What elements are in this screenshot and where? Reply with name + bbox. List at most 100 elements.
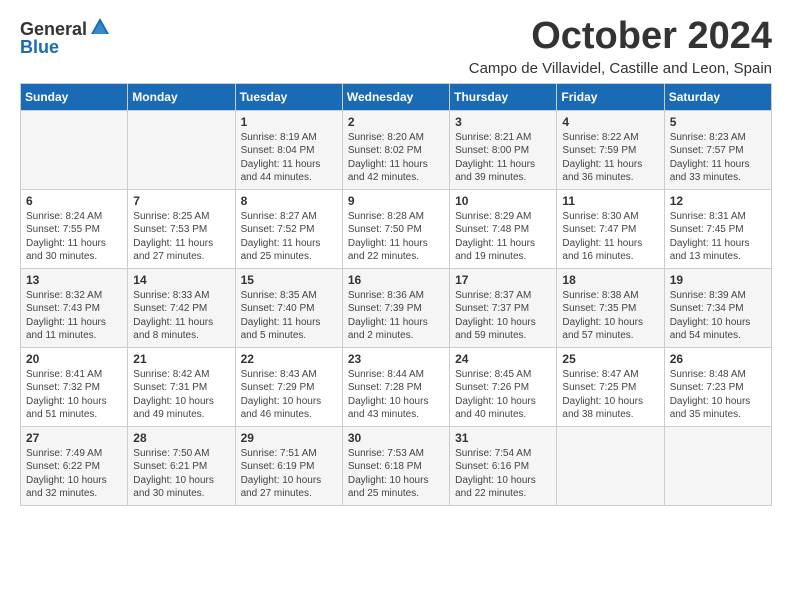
cell-details: Sunrise: 8:48 AM Sunset: 7:23 PM Dayligh…	[670, 368, 766, 422]
day-number: 15	[241, 273, 337, 287]
calendar-cell: 21 Sunrise: 8:42 AM Sunset: 7:31 PM Dayli…	[128, 347, 235, 426]
cell-details: Sunrise: 8:38 AM Sunset: 7:35 PM Dayligh…	[562, 289, 658, 343]
cell-details: Sunrise: 8:43 AM Sunset: 7:29 PM Dayligh…	[241, 368, 337, 422]
header-friday: Friday	[557, 83, 664, 110]
calendar-cell: 3 Sunrise: 8:21 AM Sunset: 8:00 PM Daylig…	[450, 110, 557, 189]
calendar-cell: 18Sunrise: 8:38 AM Sunset: 7:35 PM Dayli…	[557, 268, 664, 347]
calendar-cell: 26 Sunrise: 8:48 AM Sunset: 7:23 PM Dayli…	[664, 347, 771, 426]
calendar-cell: 10 Sunrise: 8:29 AM Sunset: 7:48 PM Dayli…	[450, 189, 557, 268]
cell-details: Sunrise: 8:20 AM Sunset: 8:02 PM Dayligh…	[348, 131, 444, 185]
month-title: October 2024	[469, 16, 772, 58]
day-number: 31	[455, 431, 551, 445]
day-number: 27	[26, 431, 122, 445]
cell-details: Sunrise: 7:53 AM Sunset: 6:18 PM Dayligh…	[348, 447, 444, 501]
day-number: 21	[133, 352, 229, 366]
cell-details: Sunrise: 7:50 AM Sunset: 6:21 PM Dayligh…	[133, 447, 229, 501]
calendar-cell: 23 Sunrise: 8:44 AM Sunset: 7:28 PM Dayli…	[342, 347, 449, 426]
day-number: 4	[562, 115, 658, 129]
day-number: 10	[455, 194, 551, 208]
day-number: 5	[670, 115, 766, 129]
day-number: 23	[348, 352, 444, 366]
day-number: 11	[562, 194, 658, 208]
calendar-cell	[557, 426, 664, 505]
day-number: 3	[455, 115, 551, 129]
day-number: 9	[348, 194, 444, 208]
calendar-cell: 20 Sunrise: 8:41 AM Sunset: 7:32 PM Dayli…	[21, 347, 128, 426]
calendar-cell: 2 Sunrise: 8:20 AM Sunset: 8:02 PM Daylig…	[342, 110, 449, 189]
cell-details: Sunrise: 8:29 AM Sunset: 7:48 PM Dayligh…	[455, 210, 551, 264]
cell-details: Sunrise: 8:35 AM Sunset: 7:40 PM Dayligh…	[241, 289, 337, 343]
cell-details: Sunrise: 8:22 AM Sunset: 7:59 PM Dayligh…	[562, 131, 658, 185]
logo-icon	[89, 16, 111, 38]
day-number: 22	[241, 352, 337, 366]
cell-details: Sunrise: 8:25 AM Sunset: 7:53 PM Dayligh…	[133, 210, 229, 264]
calendar-cell	[128, 110, 235, 189]
day-number: 24	[455, 352, 551, 366]
day-number: 1	[241, 115, 337, 129]
calendar-cell: 4 Sunrise: 8:22 AM Sunset: 7:59 PM Daylig…	[557, 110, 664, 189]
header-sunday: Sunday	[21, 83, 128, 110]
calendar-cell: 13Sunrise: 8:32 AM Sunset: 7:43 PM Dayli…	[21, 268, 128, 347]
day-number: 30	[348, 431, 444, 445]
day-number: 26	[670, 352, 766, 366]
calendar-cell: 22 Sunrise: 8:43 AM Sunset: 7:29 PM Dayli…	[235, 347, 342, 426]
calendar-cell: 30 Sunrise: 7:53 AM Sunset: 6:18 PM Dayli…	[342, 426, 449, 505]
calendar-week-2: 6Sunrise: 8:24 AM Sunset: 7:55 PM Daylig…	[21, 189, 772, 268]
header-thursday: Thursday	[450, 83, 557, 110]
calendar-cell: 7Sunrise: 8:25 AM Sunset: 7:53 PM Daylig…	[128, 189, 235, 268]
calendar-cell: 6Sunrise: 8:24 AM Sunset: 7:55 PM Daylig…	[21, 189, 128, 268]
calendar-cell: 24 Sunrise: 8:45 AM Sunset: 7:26 PM Dayli…	[450, 347, 557, 426]
cell-details: Sunrise: 7:51 AM Sunset: 6:19 PM Dayligh…	[241, 447, 337, 501]
cell-details: Sunrise: 8:47 AM Sunset: 7:25 PM Dayligh…	[562, 368, 658, 422]
day-number: 16	[348, 273, 444, 287]
header-wednesday: Wednesday	[342, 83, 449, 110]
day-number: 25	[562, 352, 658, 366]
calendar-cell	[21, 110, 128, 189]
cell-details: Sunrise: 8:45 AM Sunset: 7:26 PM Dayligh…	[455, 368, 551, 422]
calendar-cell: 8Sunrise: 8:27 AM Sunset: 7:52 PM Daylig…	[235, 189, 342, 268]
calendar-cell: 1 Sunrise: 8:19 AM Sunset: 8:04 PM Daylig…	[235, 110, 342, 189]
logo-blue-text: Blue	[20, 38, 59, 56]
calendar-week-5: 27 Sunrise: 7:49 AM Sunset: 6:22 PM Dayli…	[21, 426, 772, 505]
day-number: 6	[26, 194, 122, 208]
day-number: 17	[455, 273, 551, 287]
calendar-cell: 27 Sunrise: 7:49 AM Sunset: 6:22 PM Dayli…	[21, 426, 128, 505]
calendar-cell: 16 Sunrise: 8:36 AM Sunset: 7:39 PM Dayli…	[342, 268, 449, 347]
cell-details: Sunrise: 8:19 AM Sunset: 8:04 PM Dayligh…	[241, 131, 337, 185]
day-number: 14	[133, 273, 229, 287]
calendar-cell: 12 Sunrise: 8:31 AM Sunset: 7:45 PM Dayli…	[664, 189, 771, 268]
day-number: 12	[670, 194, 766, 208]
page-header: General Blue October 2024 Campo de Villa…	[20, 16, 772, 77]
cell-details: Sunrise: 8:36 AM Sunset: 7:39 PM Dayligh…	[348, 289, 444, 343]
calendar-body: 1 Sunrise: 8:19 AM Sunset: 8:04 PM Daylig…	[21, 110, 772, 505]
logo: General Blue	[20, 20, 111, 56]
day-number: 28	[133, 431, 229, 445]
day-number: 19	[670, 273, 766, 287]
cell-details: Sunrise: 8:23 AM Sunset: 7:57 PM Dayligh…	[670, 131, 766, 185]
cell-details: Sunrise: 8:27 AM Sunset: 7:52 PM Dayligh…	[241, 210, 337, 264]
day-number: 2	[348, 115, 444, 129]
logo-general-text: General	[20, 20, 87, 38]
calendar-cell: 17Sunrise: 8:37 AM Sunset: 7:37 PM Dayli…	[450, 268, 557, 347]
cell-details: Sunrise: 8:28 AM Sunset: 7:50 PM Dayligh…	[348, 210, 444, 264]
header-monday: Monday	[128, 83, 235, 110]
cell-details: Sunrise: 8:44 AM Sunset: 7:28 PM Dayligh…	[348, 368, 444, 422]
cell-details: Sunrise: 8:42 AM Sunset: 7:31 PM Dayligh…	[133, 368, 229, 422]
cell-details: Sunrise: 7:49 AM Sunset: 6:22 PM Dayligh…	[26, 447, 122, 501]
calendar-header: Sunday Monday Tuesday Wednesday Thursday…	[21, 83, 772, 110]
cell-details: Sunrise: 8:41 AM Sunset: 7:32 PM Dayligh…	[26, 368, 122, 422]
title-area: October 2024 Campo de Villavidel, Castil…	[469, 16, 772, 77]
cell-details: Sunrise: 8:33 AM Sunset: 7:42 PM Dayligh…	[133, 289, 229, 343]
calendar-cell: 11Sunrise: 8:30 AM Sunset: 7:47 PM Dayli…	[557, 189, 664, 268]
cell-details: Sunrise: 8:21 AM Sunset: 8:00 PM Dayligh…	[455, 131, 551, 185]
cell-details: Sunrise: 8:31 AM Sunset: 7:45 PM Dayligh…	[670, 210, 766, 264]
day-number: 13	[26, 273, 122, 287]
calendar-cell: 28 Sunrise: 7:50 AM Sunset: 6:21 PM Dayli…	[128, 426, 235, 505]
day-number: 20	[26, 352, 122, 366]
location-subtitle: Campo de Villavidel, Castille and Leon, …	[469, 60, 772, 77]
calendar-cell	[664, 426, 771, 505]
calendar-cell: 14 Sunrise: 8:33 AM Sunset: 7:42 PM Dayli…	[128, 268, 235, 347]
calendar-cell: 15 Sunrise: 8:35 AM Sunset: 7:40 PM Dayli…	[235, 268, 342, 347]
calendar-cell: 19Sunrise: 8:39 AM Sunset: 7:34 PM Dayli…	[664, 268, 771, 347]
header-row: Sunday Monday Tuesday Wednesday Thursday…	[21, 83, 772, 110]
